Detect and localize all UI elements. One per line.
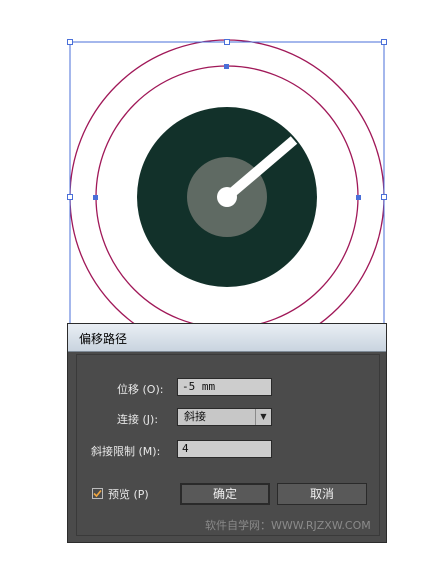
watermark-text: 软件自学网：WWW.RJZXW.COM	[205, 519, 371, 532]
dialog-body: 位移 (O): -5 mm 连接 (J): 斜接 ▼ 斜接限制 (M): 4 预…	[76, 354, 380, 536]
anchor-right	[356, 195, 361, 200]
joins-label: 连接 (J):	[117, 413, 159, 426]
ok-button[interactable]: 确定	[180, 483, 270, 505]
offset-input[interactable]: -5 mm	[177, 378, 272, 396]
chevron-down-icon[interactable]: ▼	[255, 409, 271, 425]
preview-checkbox[interactable]	[92, 488, 103, 499]
handle-top-left	[67, 39, 73, 45]
handle-top-right	[381, 39, 387, 45]
miter-limit-input[interactable]: 4	[177, 440, 272, 458]
handle-top-center	[224, 39, 230, 45]
handle-middle-left	[67, 194, 73, 200]
cancel-button[interactable]: 取消	[277, 483, 367, 505]
offset-path-dialog: 偏移路径 位移 (O): -5 mm 连接 (J): 斜接 ▼ 斜接限制 (M)…	[67, 323, 387, 543]
checkmark-icon	[93, 489, 102, 498]
joins-select[interactable]: 斜接 ▼	[177, 408, 272, 426]
handle-middle-right	[381, 194, 387, 200]
preview-label[interactable]: 预览 (P)	[108, 486, 149, 502]
miter-limit-label: 斜接限制 (M):	[91, 445, 161, 458]
anchor-left	[93, 195, 98, 200]
center-dot	[217, 187, 237, 207]
offset-label: 位移 (O):	[117, 383, 164, 396]
dialog-titlebar[interactable]: 偏移路径	[68, 324, 386, 352]
dialog-title: 偏移路径	[79, 332, 128, 346]
anchor-top	[224, 64, 229, 69]
joins-selected-value: 斜接	[184, 410, 206, 423]
